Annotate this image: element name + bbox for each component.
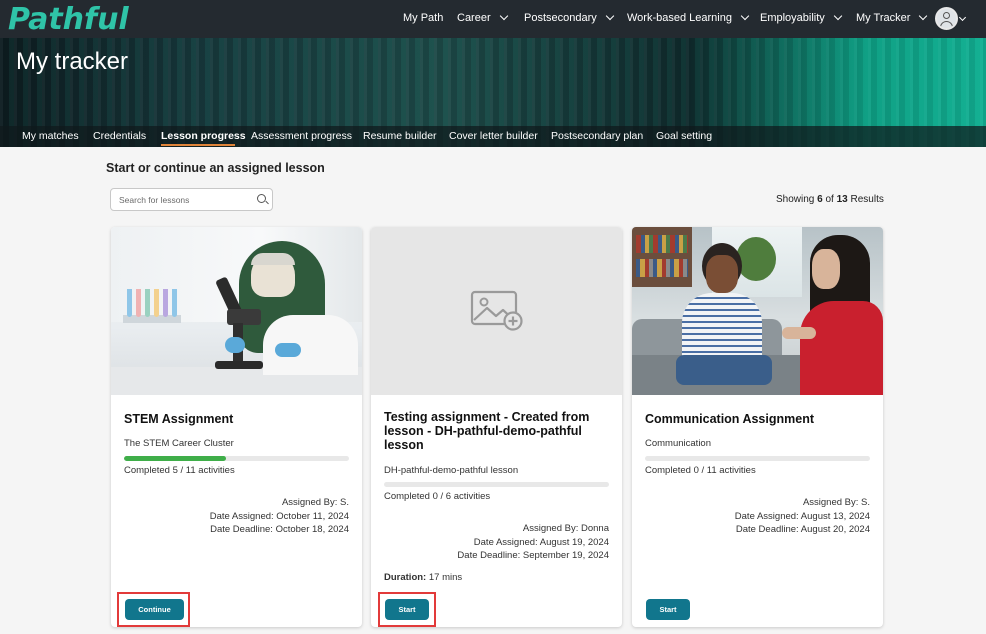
- nav-work-based-learning[interactable]: Work-based Learning: [627, 11, 750, 24]
- tab-postsecondary-plan[interactable]: Postsecondary plan: [551, 130, 643, 142]
- assigned-by: Assigned By: Donna: [522, 523, 609, 534]
- assigned-by: Assigned By: S.: [802, 497, 870, 508]
- results-suffix: Results: [850, 194, 884, 205]
- pathful-logo[interactable]: Pathful: [8, 2, 129, 37]
- nav-postsecondary-label: Postsecondary: [524, 12, 597, 24]
- lesson-duration: Duration: 17 mins: [384, 572, 462, 583]
- card-title: Testing assignment - Created from lesson…: [384, 410, 590, 452]
- section-title: Start or continue an assigned lesson: [106, 161, 325, 175]
- duration-value: 17 mins: [428, 572, 463, 583]
- active-tab-underline: [161, 144, 235, 146]
- nav-work-based-learning-label: Work-based Learning: [627, 12, 732, 24]
- search-input[interactable]: [111, 189, 246, 210]
- progress-bar: [124, 456, 349, 461]
- tab-assessment-progress[interactable]: Assessment progress: [251, 130, 352, 142]
- nav-career[interactable]: Career: [457, 11, 508, 24]
- progress-bar: [384, 482, 609, 487]
- results-of: of: [825, 194, 834, 205]
- nav-my-tracker[interactable]: My Tracker: [856, 11, 928, 24]
- tab-cover-letter-builder[interactable]: Cover letter builder: [449, 130, 538, 142]
- search-box: [110, 188, 273, 211]
- tab-my-matches[interactable]: My matches: [22, 130, 79, 142]
- top-navigation-bar: Pathful My Path Career Postsecondary Wor…: [0, 0, 986, 38]
- progress-fill: [124, 456, 227, 461]
- user-icon-head: [943, 12, 950, 19]
- user-avatar-button[interactable]: [935, 7, 958, 30]
- completed-activities: Completed 0 / 6 activities: [384, 491, 491, 502]
- tracker-subnav: My matches Credentials Lesson progress A…: [0, 126, 986, 147]
- highlight-box-start: [378, 592, 436, 627]
- start-button[interactable]: Start: [646, 599, 690, 620]
- user-icon-body: [940, 21, 953, 28]
- tab-lesson-progress[interactable]: Lesson progress: [161, 130, 246, 142]
- date-assigned: Date Assigned: August 19, 2024: [473, 536, 609, 548]
- chevron-down-icon: [833, 11, 843, 21]
- tab-resume-builder[interactable]: Resume builder: [363, 130, 437, 142]
- date-deadline: Date Deadline: October 18, 2024: [210, 524, 349, 535]
- assigned-by: Assigned By: S.: [281, 497, 349, 508]
- page-title: My tracker: [16, 48, 129, 75]
- nav-my-path-label: My Path: [403, 12, 444, 24]
- assignment-meta: Assigned By: S. Date Assigned: October 1…: [210, 496, 349, 537]
- date-deadline: Date Deadline: August 20, 2024: [735, 524, 870, 535]
- highlight-box-continue: [117, 592, 190, 627]
- duration-label: Duration:: [384, 572, 427, 583]
- nav-postsecondary[interactable]: Postsecondary: [524, 11, 615, 24]
- nav-my-path[interactable]: My Path: [403, 12, 443, 24]
- card-subtitle: The STEM Career Cluster: [124, 438, 234, 449]
- card-title: Communication Assignment: [645, 412, 814, 426]
- results-shown: 6: [817, 194, 823, 205]
- date-assigned: Date Assigned: October 11, 2024: [209, 510, 349, 522]
- hero-banner: My tracker My matches Credentials Lesson…: [0, 38, 986, 147]
- results-count: Showing 6 of 13 Results: [776, 194, 884, 205]
- progress-bar: [645, 456, 870, 461]
- results-total: 13: [836, 194, 848, 205]
- nav-employability[interactable]: Employability: [760, 11, 843, 24]
- card-title: STEM Assignment: [124, 412, 234, 426]
- chevron-down-icon: [605, 11, 615, 21]
- card-subtitle: Communication: [645, 438, 711, 449]
- chevron-down-icon: [740, 11, 750, 21]
- completed-activities: Completed 0 / 11 activities: [645, 465, 756, 476]
- lesson-card-stem: STEM Assignment The STEM Career Cluster …: [111, 227, 362, 627]
- date-deadline: Date Deadline: September 19, 2024: [457, 550, 609, 561]
- lesson-card-communication: Communication Assignment Communication C…: [632, 227, 883, 627]
- card-subtitle: DH-pathful-demo-pathful lesson: [384, 465, 519, 476]
- assignment-meta: Assigned By: Donna Date Assigned: August…: [457, 522, 609, 563]
- nav-employability-label: Employability: [760, 12, 825, 24]
- image-add-icon: [470, 290, 523, 331]
- two-women-conversation-photo: [632, 227, 883, 395]
- date-assigned: Date Assigned: August 13, 2024: [734, 510, 870, 522]
- tab-credentials[interactable]: Credentials: [93, 130, 146, 142]
- chevron-down-icon: [919, 11, 928, 21]
- search-icon[interactable]: [257, 194, 266, 203]
- chevron-down-icon: [499, 11, 508, 21]
- tab-goal-setting[interactable]: Goal setting: [656, 130, 712, 142]
- lesson-card-testing: Testing assignment - Created from lesson…: [371, 227, 622, 627]
- completed-activities: Completed 5 / 11 activities: [124, 465, 235, 476]
- nav-my-tracker-label: My Tracker: [856, 12, 911, 24]
- woman-microscope-lab-photo: [111, 227, 362, 395]
- image-placeholder-area: [371, 227, 622, 395]
- assignment-meta: Assigned By: S. Date Assigned: August 13…: [735, 496, 870, 537]
- avatar-chevron-down-icon[interactable]: [958, 13, 967, 22]
- results-prefix: Showing: [776, 194, 815, 205]
- nav-career-label: Career: [457, 12, 491, 24]
